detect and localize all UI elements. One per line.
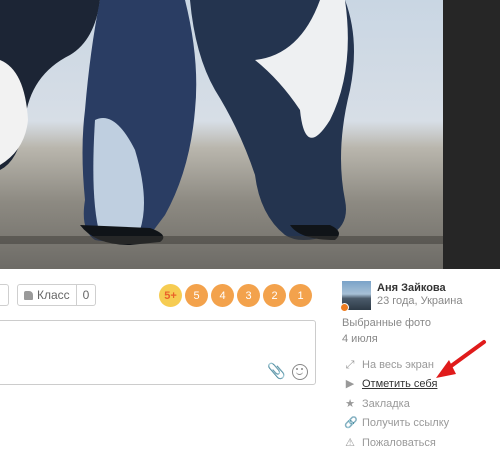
rating-5-plus[interactable]: 5+ [159, 284, 182, 307]
thumbs-up-icon [24, 290, 33, 300]
comment-input[interactable]: 📎 [0, 320, 316, 385]
rating-buttons: 5+ 5 4 3 2 1 [159, 284, 312, 307]
photo-actions-menu: ⤢ На весь экран ▶ Отметить себя ★ Заклад… [344, 355, 449, 453]
report-label: Пожаловаться [362, 436, 436, 449]
report-action[interactable]: ⚠ Пожаловаться [344, 433, 449, 453]
bookmark-action[interactable]: ★ Закладка [344, 394, 449, 414]
ground-shadow [0, 236, 443, 244]
play-icon: ▶ [345, 378, 355, 391]
author-name[interactable]: Аня Зайкова [377, 282, 446, 294]
fullscreen-label: На весь экран [362, 358, 434, 371]
get-link-label: Получить ссылку [362, 417, 450, 430]
star-icon: ★ [345, 397, 355, 410]
class-count: 0 [76, 284, 97, 306]
photo-side-panel [443, 0, 500, 269]
link-icon: 🔗 [344, 417, 358, 430]
rating-4[interactable]: 4 [211, 284, 234, 307]
tag-yourself-action[interactable]: ▶ Отметить себя [344, 375, 449, 395]
class-button[interactable]: Класс [17, 284, 77, 306]
get-link-action[interactable]: 🔗 Получить ссылку [344, 414, 449, 434]
photo-viewer[interactable] [0, 0, 443, 269]
warning-icon: ⚠ [345, 436, 355, 449]
rating-2[interactable]: 2 [263, 284, 286, 307]
expand-icon: ⤢ [345, 358, 355, 371]
attach-icon[interactable]: 📎 [267, 364, 286, 380]
class-button-group: Класс 0 [0, 284, 97, 306]
class-label: Класс [37, 288, 70, 302]
fullscreen-action[interactable]: ⤢ На весь экран [344, 355, 449, 375]
album-name[interactable]: Выбранные фото [342, 317, 431, 329]
tag-yourself-label: Отметить себя [362, 378, 438, 391]
smile-icon[interactable] [292, 364, 308, 380]
penguins-image [0, 0, 354, 245]
rating-5[interactable]: 5 [185, 284, 208, 307]
rating-1[interactable]: 1 [289, 284, 312, 307]
photo-date: 4 июля [342, 333, 378, 345]
online-status-dot [340, 303, 349, 312]
previous-button[interactable] [0, 284, 9, 306]
rating-3[interactable]: 3 [237, 284, 260, 307]
bookmark-label: Закладка [362, 397, 410, 410]
author-info: 23 года, Украина [377, 295, 463, 307]
